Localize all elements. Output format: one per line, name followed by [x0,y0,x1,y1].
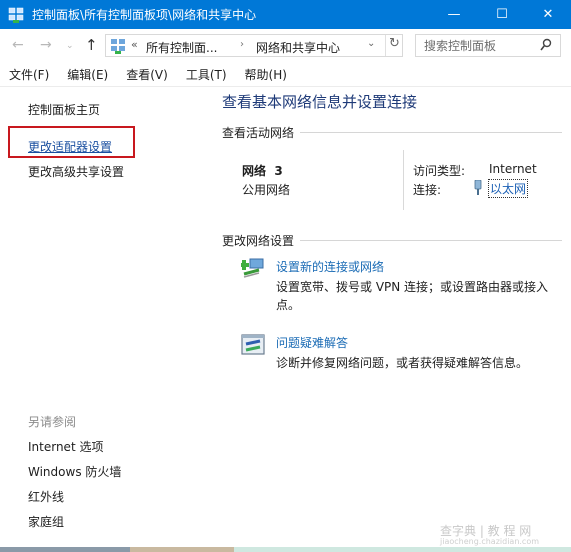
maximize-button[interactable]: ☐ [479,0,525,29]
watermark-main: 查字典 | 教 程 网 [440,524,532,538]
control-panel-icon [8,7,24,23]
menu-edit[interactable]: 编辑(E) [67,66,108,83]
back-button[interactable]: ← [12,37,24,53]
network-divider [403,150,404,210]
active-networks-header: 查看活动网络 [222,124,562,141]
menu-help[interactable]: 帮助(H) [245,66,287,83]
troubleshoot-description: 诊断并修复网络问题，或者获得疑难解答信息。 [276,356,529,370]
troubleshoot-link[interactable]: 问题疑难解答 [276,334,348,351]
ethernet-connection-link[interactable]: 以太网 [487,179,529,198]
section-divider [300,240,562,241]
search-box[interactable] [415,34,561,57]
breadcrumb-separator-icon[interactable]: › [240,39,244,50]
setup-new-connection-link[interactable]: 设置新的连接或网络 [276,258,384,275]
recent-locations-button[interactable]: ⌄ [66,41,74,51]
taskbar-segment [130,547,234,552]
setup-new-connection-description: 设置宽带、拨号或 VPN 连接；或设置路由器或接入点。 [276,280,549,312]
sidebar-link-home[interactable]: 控制面板主页 [28,101,100,118]
menu-bar: 文件(F) 编辑(E) 查看(V) 工具(T) 帮助(H) [0,63,571,87]
taskbar-edge [0,547,571,552]
network-name: 网络 3 [242,164,283,178]
menu-tools[interactable]: 工具(T) [186,66,227,83]
section-divider [300,132,562,133]
control-panel-icon [110,38,126,54]
see-also-homegroup[interactable]: 家庭组 [28,513,64,530]
see-also-heading: 另请参阅 [28,415,77,429]
change-settings-header: 更改网络设置 [222,232,562,249]
menu-file[interactable]: 文件(F) [9,66,49,83]
sidebar-link-advanced-sharing[interactable]: 更改高级共享设置 [28,163,124,180]
sidebar: 控制面板主页 更改适配器设置 更改高级共享设置 另请参阅 Internet 选项… [0,88,210,536]
close-button[interactable]: ✕ [525,0,571,29]
watermark: 查字典 | 教 程 网 jiaocheng.chazidian.com [440,522,539,546]
watermark-sub: jiaocheng.chazidian.com [440,537,540,546]
search-icon[interactable] [540,38,552,52]
window-title: 控制面板\所有控制面板项\网络和共享中心 [32,8,257,22]
see-also-infrared[interactable]: 红外线 [28,488,64,505]
minimize-button[interactable]: — [431,0,477,29]
overflow-chevron[interactable]: « [131,38,138,51]
see-also-internet-options[interactable]: Internet 选项 [28,438,103,455]
address-divider [385,35,386,56]
taskbar-segment [0,547,130,552]
new-connection-icon [239,256,265,278]
sidebar-link-adapter-settings[interactable]: 更改适配器设置 [28,138,112,155]
breadcrumb-all-items[interactable]: 所有控制面... [146,39,217,56]
main-content: 查看基本网络信息并设置连接 查看活动网络 网络 3 公用网络 访问类型: Int… [210,88,571,536]
troubleshoot-icon [241,334,265,356]
page-title: 查看基本网络信息并设置连接 [222,93,418,111]
forward-button[interactable]: → [40,37,52,53]
change-settings-label: 更改网络设置 [222,234,295,248]
active-networks-label: 查看活动网络 [222,126,295,140]
see-also-firewall[interactable]: Windows 防火墙 [28,463,121,480]
connection-label: 连接: [413,183,442,197]
address-bar[interactable]: « 所有控制面... › 网络和共享中心 ⌄ ↻ [105,34,403,57]
network-type: 公用网络 [242,183,291,197]
up-button[interactable]: ↑ [85,36,98,54]
address-dropdown-icon[interactable]: ⌄ [367,38,375,49]
search-input[interactable] [424,37,534,54]
title-bar: 控制面板\所有控制面板项\网络和共享中心 — ☐ ✕ [0,0,571,29]
breadcrumb-network-center[interactable]: 网络和共享中心 [256,39,340,56]
menu-view[interactable]: 查看(V) [126,66,168,83]
taskbar-segment [234,547,571,552]
refresh-button[interactable]: ↻ [389,36,400,51]
access-type-label: 访问类型: [413,164,466,178]
ethernet-icon [474,179,482,195]
access-type-value: Internet [489,162,537,176]
